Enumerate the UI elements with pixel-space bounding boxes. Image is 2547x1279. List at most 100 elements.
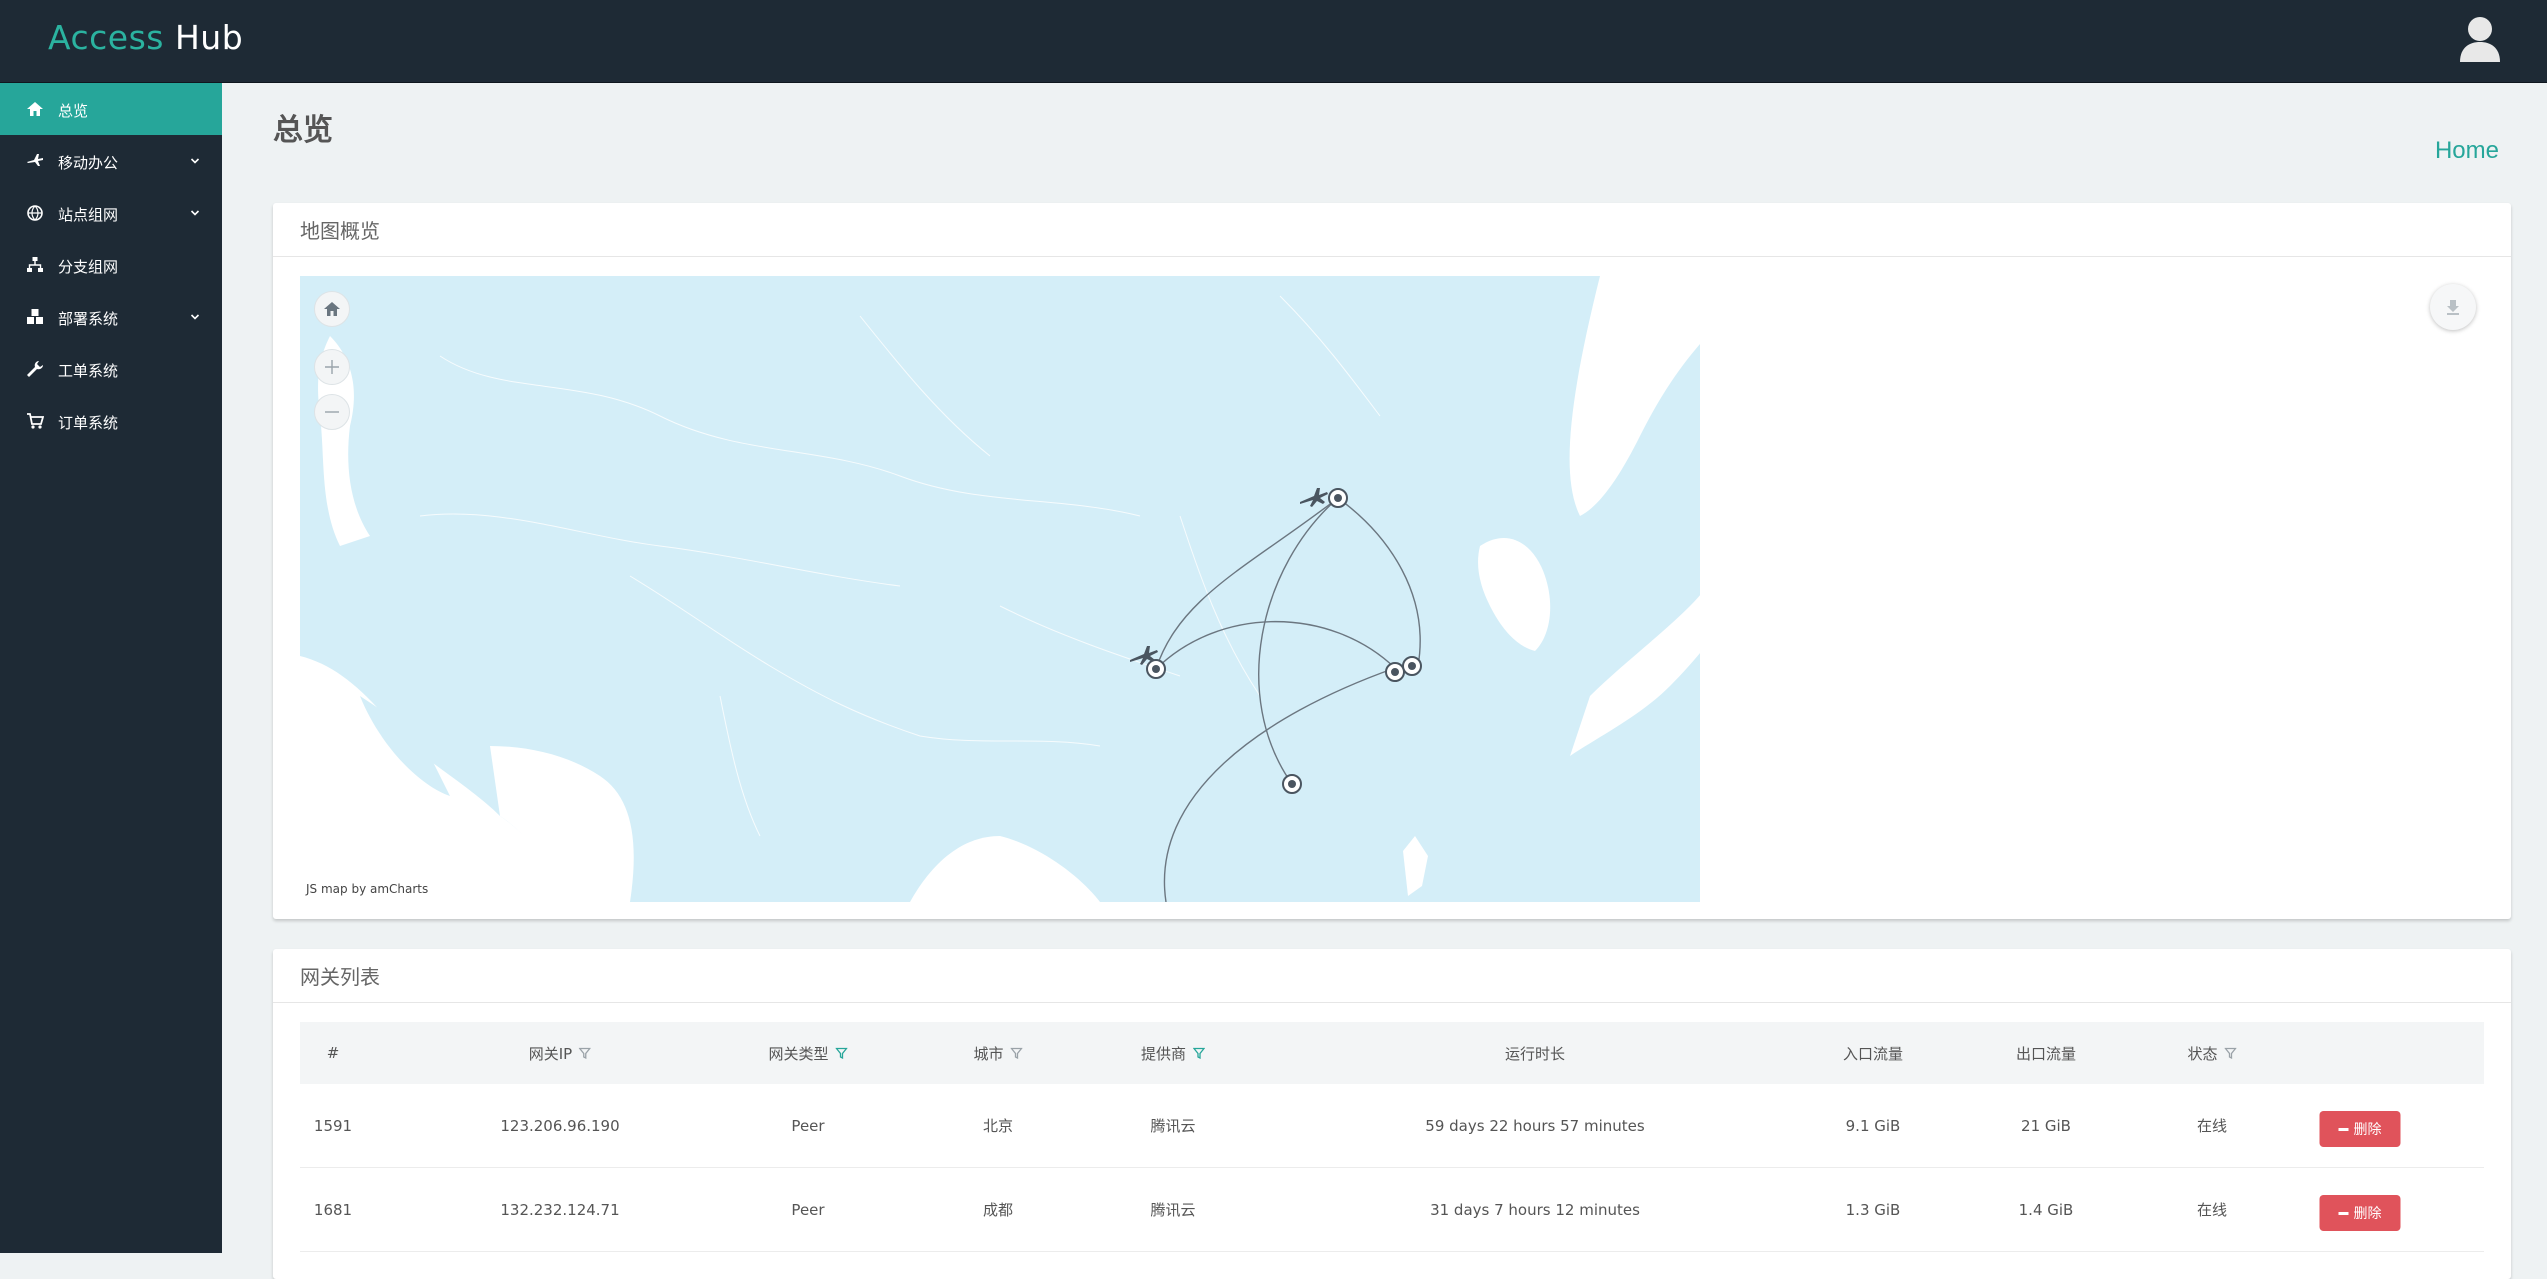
column-header-5: 运行时长 (1505, 1022, 1565, 1084)
sidebar-item-2[interactable]: 站点组网 (0, 187, 222, 239)
column-header-label: 入口流量 (1842, 1044, 1904, 1063)
sidebar-item-label: 分支组网 (58, 258, 119, 276)
cell-ingress: 9.1 GiB (1845, 1116, 1901, 1135)
cell-ip: 132.232.124.71 (500, 1200, 620, 1219)
map-view[interactable]: JS map by amCharts (300, 276, 1707, 902)
filter-icon[interactable] (835, 1047, 848, 1059)
cell-ip: 123.206.96.190 (500, 1116, 620, 1135)
plus-icon (325, 360, 339, 374)
column-header-label: 运行时长 (1504, 1044, 1566, 1063)
gateway-table-card: 网关列表 # 网关IP 网关类型 城市 提供商 运行时长 入口流量 出口流量 状态 1591 12… (273, 949, 2511, 1279)
column-header-3[interactable]: 城市 (973, 1022, 1023, 1084)
column-header-6: 入口流量 (1843, 1022, 1903, 1084)
top-bar: Access Hub (0, 0, 2547, 83)
cell-egress: 1.4 GiB (2018, 1200, 2074, 1219)
delete-button-label: 删除 (2353, 1206, 2382, 1222)
sidebar-item-label: 订单系统 (58, 414, 119, 432)
sitemap-icon (27, 257, 43, 272)
filter-icon[interactable] (1193, 1047, 1206, 1059)
column-header-label: 提供商 (1140, 1044, 1187, 1063)
filter-icon[interactable] (2224, 1047, 2237, 1059)
column-header-2[interactable]: 网关类型 (768, 1022, 848, 1084)
wrench-icon (27, 361, 43, 377)
map-card-title: 地图概览 (273, 203, 2511, 257)
land-korea (1478, 537, 1551, 651)
filter-icon[interactable] (1010, 1047, 1023, 1059)
land-japan (1570, 586, 1707, 756)
minus-icon (2338, 1211, 2349, 1215)
brand-logo[interactable]: Access Hub (48, 18, 243, 57)
cubes-icon (27, 309, 43, 324)
cell-status: 在线 (2196, 1201, 2228, 1219)
sidebar-item-1[interactable]: 移动办公 (0, 135, 222, 187)
minus-icon (325, 411, 339, 413)
delete-button[interactable]: 删除 (2319, 1195, 2401, 1231)
column-header-1[interactable]: 网关IP (528, 1022, 592, 1084)
column-header-0: # (327, 1022, 340, 1084)
map-zoom-out-button[interactable] (314, 394, 350, 430)
sidebar-item-6[interactable]: 订单系统 (0, 395, 222, 447)
cell-provider: 腾讯云 (1150, 1201, 1196, 1219)
chevron-down-icon (190, 210, 200, 216)
home-icon (324, 302, 340, 316)
cell-uptime: 59 days 22 hours 57 minutes (1425, 1116, 1645, 1135)
column-header-label: 网关类型 (768, 1044, 829, 1063)
sidebar-item-label: 站点组网 (58, 206, 119, 224)
column-header-label: 城市 (973, 1044, 1004, 1063)
map-canvas (300, 276, 1707, 902)
sidebar-item-label: 部署系统 (58, 310, 119, 328)
map-home-button[interactable] (314, 291, 350, 327)
chevron-down-icon (190, 314, 200, 320)
plane-icon (27, 154, 43, 166)
cell-provider: 腾讯云 (1150, 1117, 1196, 1135)
delete-button-label: 删除 (2353, 1122, 2382, 1138)
cell-status: 在线 (2196, 1117, 2228, 1135)
cell-ingress: 1.3 GiB (1845, 1200, 1901, 1219)
cell-type: Peer (791, 1116, 825, 1135)
table-row: 1681 132.232.124.71 Peer 成都 腾讯云 31 days 7 hou… (300, 1168, 2484, 1252)
column-header-label: # (326, 1044, 340, 1062)
sidebar-item-label: 工单系统 (58, 362, 119, 380)
column-header-label: 网关IP (528, 1044, 573, 1063)
cell-type: Peer (791, 1200, 825, 1219)
cell-uptime: 31 days 7 hours 12 minutes (1430, 1200, 1640, 1219)
table-row: 1591 123.206.96.190 Peer 北京 腾讯云 59 days 22 ho… (300, 1084, 2484, 1168)
globe-icon (27, 205, 43, 221)
download-icon (2447, 300, 2459, 315)
column-header-4[interactable]: 提供商 (1140, 1022, 1206, 1084)
page-title: 总览 (273, 113, 333, 148)
column-header-label: 出口流量 (2015, 1044, 2077, 1063)
cell-id: 1591 (313, 1116, 353, 1135)
cart-icon (27, 413, 44, 429)
chevron-down-icon (190, 158, 200, 164)
sidebar-item-3[interactable]: 分支组网 (0, 239, 222, 291)
home-icon (27, 102, 43, 116)
land-pacific-coast (1569, 276, 1707, 516)
table-header: # 网关IP 网关类型 城市 提供商 运行时长 入口流量 出口流量 状态 (300, 1022, 2484, 1084)
land-indochina (910, 836, 1100, 902)
sidebar-item-0[interactable]: 总览 (0, 83, 222, 135)
cell-id: 1681 (313, 1200, 353, 1219)
cell-city: 成都 (982, 1201, 1014, 1219)
user-icon[interactable] (2458, 16, 2502, 64)
cell-city: 北京 (982, 1117, 1014, 1135)
filter-icon[interactable] (579, 1047, 592, 1059)
land-taiwan (1403, 836, 1428, 896)
minus-icon (2338, 1127, 2349, 1131)
delete-button[interactable]: 删除 (2319, 1111, 2401, 1147)
map-credit[interactable]: JS map by amCharts (306, 882, 428, 896)
breadcrumb-home[interactable]: Home (2435, 137, 2499, 165)
sidebar-item-5[interactable]: 工单系统 (0, 343, 222, 395)
column-header-label: 状态 (2187, 1044, 2218, 1063)
sidebar-item-label: 移动办公 (58, 154, 119, 172)
column-header-7: 出口流量 (2016, 1022, 2076, 1084)
land-east-white (1700, 276, 1707, 902)
gateway-table-title: 网关列表 (273, 949, 2511, 1003)
map-download-button[interactable] (2430, 284, 2476, 330)
column-header-8[interactable]: 状态 (2187, 1022, 2237, 1084)
brand-part2: Hub (174, 18, 244, 57)
brand-part1: Access (48, 18, 164, 57)
map-card: 地图概览 JS map by amCharts (273, 203, 2511, 919)
sidebar-item-4[interactable]: 部署系统 (0, 291, 222, 343)
map-zoom-in-button[interactable] (314, 349, 350, 385)
